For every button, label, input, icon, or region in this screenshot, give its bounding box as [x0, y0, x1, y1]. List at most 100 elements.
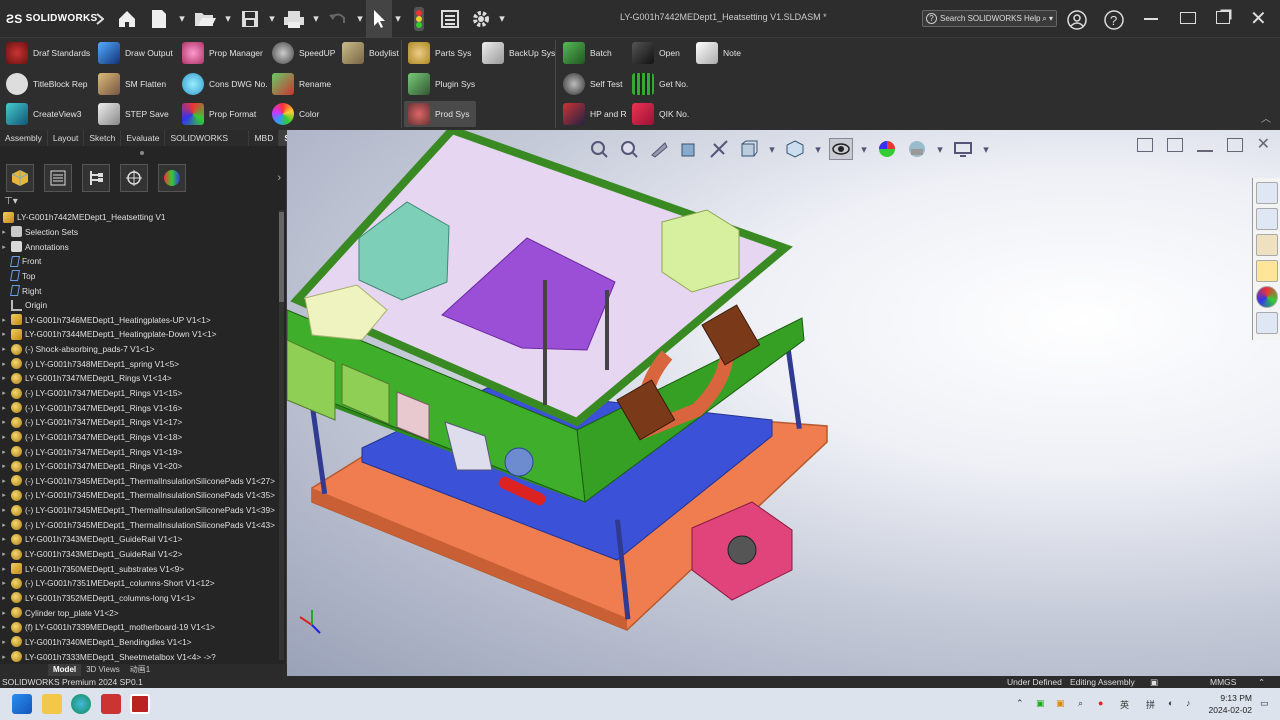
tree-root[interactable]: LY-G001h7442MEDept1_Heatsetting V1 [0, 210, 278, 225]
clock[interactable]: 9:13 PM 2024-02-02 [1209, 692, 1252, 716]
tree-node[interactable]: ▸ Annotations [0, 239, 278, 254]
tree-node[interactable]: ▸ (-) LY-G001h7351MEDept1_columns-Short V… [0, 576, 278, 591]
view-palette-icon[interactable] [1255, 260, 1278, 282]
tree-node[interactable]: ▸ Selection Sets [0, 225, 278, 240]
user-account-icon[interactable] [1066, 9, 1088, 34]
chevron-down-icon[interactable]: ▾ [354, 0, 366, 38]
chevron-down-icon[interactable]: ▾ [222, 0, 234, 38]
filter-icon[interactable]: ⊤▾ [4, 196, 18, 207]
expand-arrow-icon[interactable]: ▸ [0, 506, 8, 514]
tab-assembly[interactable]: Assembly [0, 130, 48, 146]
maximize-icon[interactable] [1216, 11, 1230, 24]
chevron-right-icon[interactable]: › [277, 172, 281, 184]
view-orientation-icon[interactable] [737, 138, 761, 160]
network-icon[interactable]: ◐ [1168, 698, 1173, 708]
color-button[interactable]: Color [272, 101, 319, 127]
ime-mode-indicator[interactable]: 拼 [1146, 698, 1155, 711]
prod-sys-button[interactable]: Prod Sys [404, 101, 476, 127]
apply-scene-icon[interactable] [905, 138, 929, 160]
chevron-down-icon[interactable]: ▾ [310, 0, 322, 38]
cons-dwg-no-button[interactable]: Cons DWG No. [182, 71, 268, 97]
chevron-up-icon[interactable]: ⌃ [1258, 676, 1265, 688]
get-no-button[interactable]: Get No. [632, 71, 688, 97]
tray-app-icon[interactable]: ⌕ [1078, 698, 1083, 709]
restore-icon[interactable] [1180, 12, 1196, 24]
chevron-up-icon[interactable]: ⌃ [1016, 698, 1024, 709]
zoom-to-fit-icon[interactable] [587, 138, 611, 160]
tree-scrollbar[interactable] [279, 210, 284, 660]
chevron-down-icon[interactable]: ▾ [767, 138, 777, 160]
view-tile-icon[interactable] [1166, 138, 1183, 152]
restore-icon[interactable] [1226, 138, 1243, 152]
file-properties-icon[interactable] [434, 0, 466, 38]
expand-arrow-icon[interactable]: ▸ [0, 404, 8, 412]
tree-node[interactable]: ▸ LY-G001h7333MEDept1_Sheetmetalbox V1<4>… [0, 649, 278, 662]
feature-manager-tab-icon[interactable] [6, 164, 34, 192]
rebuild-status-icon[interactable]: ▣ [1150, 676, 1158, 688]
scrollbar-thumb[interactable] [279, 212, 284, 302]
chevron-down-icon[interactable]: ▾ [935, 138, 945, 160]
expand-arrow-icon[interactable]: ▸ [0, 462, 8, 470]
chevron-down-icon[interactable]: ▾ [813, 138, 823, 160]
chevron-down-icon[interactable]: ▾ [392, 0, 404, 38]
expand-arrow-icon[interactable]: ▸ [0, 653, 8, 661]
tab-mbd[interactable]: MBD [249, 130, 280, 146]
help-icon[interactable]: ? [1103, 9, 1125, 34]
dimxpert-manager-tab-icon[interactable] [120, 164, 148, 192]
rebuild-traffic-light-icon[interactable] [404, 0, 434, 38]
minimize-icon[interactable] [1196, 138, 1213, 152]
assembly-model[interactable] [287, 130, 1280, 676]
tab-3d-views[interactable]: 3D Views [81, 664, 125, 676]
prop-manager-button[interactable]: Prop Manager [182, 40, 263, 66]
tab-motion-study[interactable]: 动画1 [125, 664, 155, 676]
app-icon[interactable] [101, 694, 121, 714]
batch-button[interactable]: Batch [563, 40, 612, 66]
createview3-button[interactable]: CreateView3 [6, 101, 82, 127]
solidworks-taskbar-icon[interactable] [130, 694, 150, 714]
tree-node[interactable]: ▸ Cylinder top_plate V1<2> [0, 605, 278, 620]
tree-node[interactable]: ▸ (f) LY-G001h7339MEDept1_motherboard-19 … [0, 620, 278, 635]
zoom-to-area-icon[interactable] [617, 138, 641, 160]
tab-evaluate[interactable]: Evaluate [121, 130, 166, 146]
expand-arrow-icon[interactable]: ▸ [0, 228, 8, 236]
tree-node[interactable]: ▸ LY-G001h7340MEDept1_Bendingdies V1<1> [0, 635, 278, 650]
tree-node[interactable]: ▸ (-) LY-G001h7347MEDept1_Rings V1<19> [0, 444, 278, 459]
unit-system[interactable]: MMGS [1210, 676, 1236, 688]
tree-node[interactable]: Front [0, 254, 278, 269]
chevron-down-icon[interactable]: ▾ [859, 138, 869, 160]
tree-node[interactable]: Top [0, 269, 278, 284]
graphics-area[interactable]: ▾ ▾ ▾ ▾ ▾ ✕ [287, 130, 1280, 676]
expand-arrow-icon[interactable]: ▸ [0, 448, 8, 456]
expand-arrow-icon[interactable]: ▸ [0, 374, 8, 382]
tab-solidworks-add-ins[interactable]: SOLIDWORKS Add-Ins [165, 130, 250, 159]
chevron-down-icon[interactable]: ▾ [981, 138, 991, 160]
expand-arrow-icon[interactable]: ▸ [0, 433, 8, 441]
tree-node[interactable]: ▸ LY-G001h7343MEDept1_GuideRail V1<2> [0, 547, 278, 562]
edge-browser-icon[interactable] [71, 694, 91, 714]
rename-button[interactable]: Rename [272, 71, 331, 97]
tab-sketch[interactable]: Sketch [84, 130, 122, 146]
tree-node[interactable]: ▸ (-) LY-G001h7347MEDept1_Rings V1<16> [0, 400, 278, 415]
backup-sys-button[interactable]: BackUp Sys [482, 40, 555, 66]
volume-icon[interactable]: ♪ [1186, 698, 1191, 708]
tree-node[interactable]: ▸ LY-G001h7344MEDept1_Heatingplate-Down V… [0, 327, 278, 342]
open-button[interactable]: Open [632, 40, 680, 66]
flyout-arrow-icon[interactable] [88, 0, 112, 38]
appearances-icon[interactable] [1255, 286, 1278, 308]
tree-node[interactable]: ▸ (-) LY-G001h7345MEDept1_ThermalInsulati… [0, 474, 278, 489]
step-save-button[interactable]: STEP Save [98, 101, 169, 127]
expand-arrow-icon[interactable]: ▸ [0, 638, 8, 646]
search-icon[interactable]: ⌕ ▾ [1042, 14, 1053, 24]
configuration-manager-tab-icon[interactable] [82, 164, 110, 192]
design-library-icon[interactable] [1255, 208, 1278, 230]
tree-node[interactable]: ▸ (-) LY-G001h7347MEDept1_Rings V1<18> [0, 430, 278, 445]
self-test-button[interactable]: Self Test [563, 71, 622, 97]
tree-node[interactable]: ▸ LY-G001h7350MEDept1_substrates V1<9> [0, 561, 278, 576]
plugin-sys-button[interactable]: Plugin Sys [408, 71, 475, 97]
tree-node[interactable]: ▸ LY-G001h7346MEDept1_Heatingplates-UP V1… [0, 312, 278, 327]
qik-no-button[interactable]: QIK No. [632, 101, 689, 127]
display-style-icon[interactable] [783, 138, 807, 160]
tab-layout[interactable]: Layout [48, 130, 85, 146]
draw-output-button[interactable]: Draw Output [98, 40, 173, 66]
expand-arrow-icon[interactable]: ▸ [0, 330, 8, 338]
